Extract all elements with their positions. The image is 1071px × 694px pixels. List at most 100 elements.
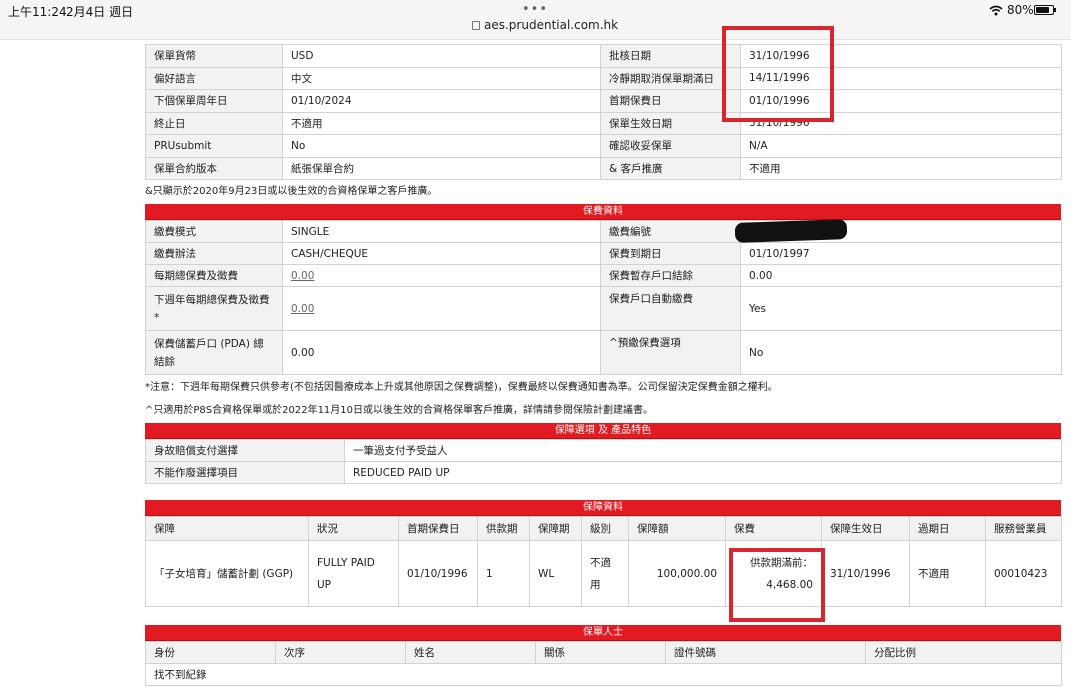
battery-fill — [1036, 7, 1049, 13]
plan-status: FULLY PAID UP — [308, 540, 399, 607]
options-title: 保障選項 及 產品特色 — [145, 423, 1061, 439]
insured-persons-section: 保單人士 身份 次序 姓名 關係 證件號碼 分配比例 找不到紀錄 — [145, 625, 1062, 686]
expiry-date: 不適用 — [909, 540, 986, 607]
column-header: 保障期 — [529, 516, 582, 541]
table-row: 每期總保費及徵費 0.00 保費暫存戶口結餘 0.00 — [145, 264, 1062, 287]
clock: 上午11:24 — [8, 5, 67, 19]
column-header: 證件號碼 — [665, 641, 866, 664]
field-label: 保費到期日 — [600, 242, 741, 265]
first-premium-date: 01/10/1996 — [398, 540, 478, 607]
table-row: 身故賠償支付選擇 一筆過支付予受益人 — [145, 439, 1062, 462]
browser-status-bar: 上午11:24 2月4日 週日 ••• aes.prudential.com.h… — [0, 0, 1071, 40]
field-label: 下個保單周年日 — [145, 89, 283, 113]
battery-icon — [1034, 5, 1056, 15]
policy-info-section: 保單貨幣 USD 批核日期 31/10/1996 偏好語言 中文 冷靜期取消保單期滿日 14/… — [145, 44, 1062, 180]
highlight-box-premium — [729, 548, 825, 622]
column-header: 過期日 — [909, 516, 986, 541]
table-row: 找不到紀錄 — [145, 663, 1062, 686]
table-row: PRUsubmit No 確認收妥保單 N/A — [145, 134, 1062, 158]
field-label: 保單合約版本 — [145, 156, 283, 180]
field-label: 保單貨幣 — [145, 44, 283, 68]
field-value: CASH/CHEQUE — [282, 242, 601, 265]
pay-term: 1 — [477, 540, 530, 607]
column-header: 保障 — [145, 516, 309, 541]
address-bar[interactable]: aes.prudential.com.hk — [472, 18, 618, 32]
field-value: Yes — [740, 286, 1062, 331]
field-label: 確認收妥保單 — [600, 134, 741, 158]
field-value: 中文 — [282, 66, 601, 90]
battery-percent: 80% — [1007, 3, 1034, 17]
premium-info-table: 繳費模式 SINGLE 繳費編號 繳費辦法 CASH/CHEQUE 保費到期日 01/10/… — [145, 220, 1062, 375]
column-header: 分配比例 — [865, 641, 1062, 664]
field-value: No — [282, 134, 601, 158]
field-label: & 客戶推廣 — [600, 156, 741, 180]
field-value: 0.00 — [740, 264, 1062, 287]
insured-persons-table: 身份 次序 姓名 關係 證件號碼 分配比例 找不到紀錄 — [145, 641, 1062, 686]
options-table: 身故賠償支付選擇 一筆過支付予受益人 不能作廢選擇項目 REDUCED PAID UP — [145, 439, 1062, 484]
table-row: 保單合約版本 紙張保單合約 & 客戶推廣 不適用 — [145, 156, 1062, 180]
field-value: 紙張保單合約 — [282, 156, 601, 180]
field-label: 繳費辦法 — [145, 242, 283, 265]
column-header: 保費 — [725, 516, 822, 541]
field-value: 不適用 — [740, 156, 1062, 180]
column-header: 保障額 — [628, 516, 726, 541]
table-row: 繳費模式 SINGLE 繳費編號 — [145, 220, 1062, 243]
url-text: aes.prudential.com.hk — [484, 18, 619, 32]
column-header: 狀況 — [308, 516, 399, 541]
promo-note: &只顯示於2020年9月23日或以後生效的合資格保單之客戶推廣。 — [145, 186, 438, 197]
agent-code: 00010423 — [985, 540, 1062, 607]
field-label: 保費戶口自動繳費 — [600, 286, 741, 331]
table-row: 下個保單周年日 01/10/2024 首期保費日 01/10/1996 — [145, 89, 1062, 113]
field-value: 不適用 — [282, 111, 601, 135]
insured-persons-title: 保單人士 — [145, 625, 1061, 641]
premium-info-section: 保費資料 繳費模式 SINGLE 繳費編號 繳費辦法 CASH/CHEQUE 保費到期日 0… — [145, 204, 1062, 375]
options-section: 保障選項 及 產品特色 身故賠償支付選擇 一筆過支付予受益人 不能作廢選擇項目 RED… — [145, 423, 1062, 484]
sum-assured: 100,000.00 — [628, 540, 726, 607]
field-label: ^預繳保費選項 — [600, 330, 741, 375]
premium-note-2: ^只適用於P8S合資格保單或於2022年11月10日或以後生效的合資格保單客戶推… — [145, 405, 654, 416]
date: 2月4日 週日 — [66, 5, 134, 19]
field-value[interactable]: 0.00 — [282, 286, 601, 331]
premium-note-1: *注意：下週年每期保費只供參考(不包括因醫療成本上升或其他原因之保費調整)，保費… — [145, 382, 778, 393]
wifi-icon — [989, 5, 1003, 16]
table-row: 保費儲蓄戶口 (PDA) 總結餘 0.00 ^預繳保費選項 No — [145, 330, 1062, 375]
table-row: 終止日 不適用 保單生效日期 31/10/1996 — [145, 111, 1062, 135]
field-value[interactable]: 0.00 — [282, 264, 601, 287]
coverage-table: 保障 狀況 首期保費日 供款期 保障期 級別 保障額 保費 保障生效日 過期日 服務營業員 「子女培… — [145, 516, 1062, 607]
column-header: 供款期 — [477, 516, 530, 541]
field-value: 0.00 — [282, 330, 601, 375]
field-value: N/A — [740, 134, 1062, 158]
highlight-box-dates — [722, 26, 834, 122]
field-label: 保費暫存戶口結餘 — [600, 264, 741, 287]
column-header: 姓名 — [405, 641, 536, 664]
plan-class: 不適用 — [581, 540, 629, 607]
field-label: 冷靜期取消保單期滿日 — [600, 66, 741, 90]
policy-info-table: 保單貨幣 USD 批核日期 31/10/1996 偏好語言 中文 冷靜期取消保單期滿日 14/… — [145, 44, 1062, 180]
column-header: 關係 — [535, 641, 666, 664]
plan-name: 「子女培育」儲蓄計劃 (GGP) — [145, 540, 309, 607]
lock-icon — [472, 21, 480, 30]
field-label: 批核日期 — [600, 44, 741, 68]
field-value: No — [740, 330, 1062, 375]
effective-date: 31/10/1996 — [821, 540, 910, 607]
field-value: REDUCED PAID UP — [344, 461, 1062, 484]
field-label: 不能作廢選擇項目 — [145, 461, 345, 484]
table-row: 下週年每期總保費及徵費* 0.00 保費戶口自動繳費 Yes — [145, 286, 1062, 331]
premium-info-title: 保費資料 — [145, 204, 1061, 220]
field-label: 偏好語言 — [145, 66, 283, 90]
field-label: 保單生效日期 — [600, 111, 741, 135]
table-row: 偏好語言 中文 冷靜期取消保單期滿日 14/11/1996 — [145, 66, 1062, 90]
tab-menu-dots-icon[interactable]: ••• — [522, 2, 548, 17]
column-header: 身份 — [145, 641, 276, 664]
column-header: 次序 — [275, 641, 406, 664]
field-label: 每期總保費及徵費 — [145, 264, 283, 287]
field-label: 繳費編號 — [600, 220, 741, 243]
coverage-section: 保障資料 保障 狀況 首期保費日 供款期 保障期 級別 保障額 保費 保障生效日 過期日 服務營業員… — [145, 500, 1062, 607]
field-label: 繳費模式 — [145, 220, 283, 243]
table-row: 「子女培育」儲蓄計劃 (GGP) FULLY PAID UP 01/10/199… — [145, 540, 1062, 607]
field-value: SINGLE — [282, 220, 601, 243]
field-label: 保費儲蓄戶口 (PDA) 總結餘 — [145, 330, 283, 375]
column-header: 保障生效日 — [821, 516, 910, 541]
field-label: PRUsubmit — [145, 134, 283, 158]
field-value: 01/10/2024 — [282, 89, 601, 113]
